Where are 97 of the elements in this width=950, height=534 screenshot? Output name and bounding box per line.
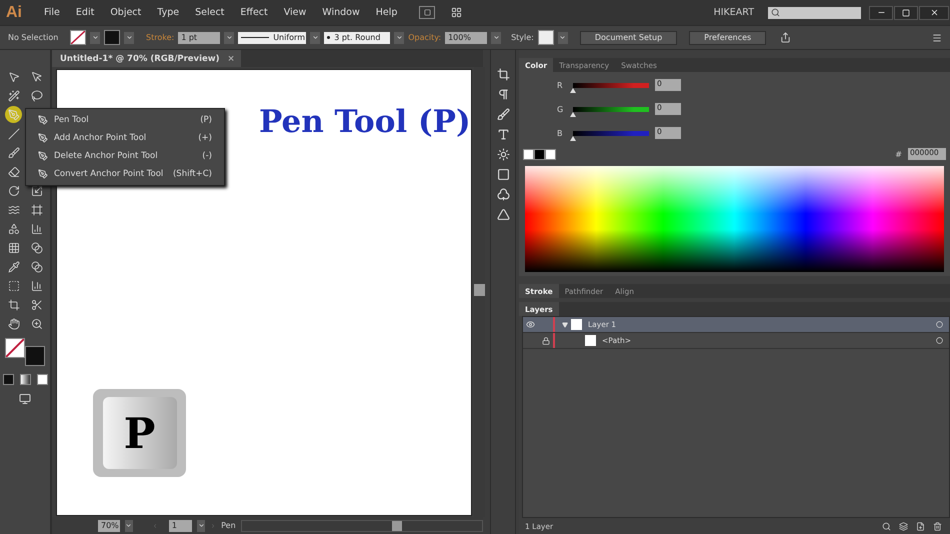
default-fill-swatch[interactable] <box>534 148 545 160</box>
eye-icon[interactable] <box>526 320 535 329</box>
menu-item[interactable]: Object <box>102 7 150 18</box>
slider-thumb[interactable] <box>570 112 576 116</box>
layer-thumbnail <box>585 335 596 346</box>
maximize-icon <box>902 8 910 16</box>
search-icon <box>771 8 780 17</box>
gradient-mode-icon[interactable] <box>20 374 30 385</box>
default-stroke-swatch[interactable] <box>545 148 556 160</box>
document-tab[interactable]: Untitled-1* @ 70% (RGB/Preview) × <box>52 50 241 67</box>
brush-field[interactable]: 3 pt. Round <box>324 32 390 44</box>
current-tool-label: Pen <box>221 521 236 530</box>
crop-icon[interactable] <box>496 68 510 81</box>
stroke-swatch[interactable] <box>25 346 45 366</box>
slider-thumb[interactable] <box>570 136 576 140</box>
pen-icon <box>38 115 48 125</box>
channel-label: G <box>557 104 564 114</box>
artboard-field[interactable]: 1 <box>168 520 192 532</box>
style-label: Style: <box>511 33 534 42</box>
menu-item[interactable]: View <box>276 7 314 18</box>
paragraph-icon[interactable] <box>496 88 510 101</box>
layers-icon[interactable] <box>899 522 908 530</box>
menu-item[interactable]: Type <box>149 7 188 18</box>
menu-item[interactable]: File <box>36 7 68 18</box>
dropdown-caret[interactable] <box>90 32 100 44</box>
style-swatch[interactable] <box>538 30 554 45</box>
toolbar-button[interactable]: Document Setup <box>580 30 678 44</box>
arrange-icon[interactable] <box>449 7 464 18</box>
sun-icon[interactable] <box>496 148 510 161</box>
lock-icon[interactable] <box>542 336 550 344</box>
close-tab-icon[interactable]: × <box>228 54 235 64</box>
toolbar-button[interactable]: Preferences <box>689 30 766 44</box>
dropdown-caret[interactable] <box>124 32 134 44</box>
fill-swatch[interactable] <box>5 338 25 358</box>
layer-thumbnail <box>571 319 582 330</box>
expand-icon[interactable] <box>562 322 568 328</box>
color-spectrum[interactable] <box>525 166 944 272</box>
pen-icon[interactable] <box>5 106 22 123</box>
menu-item[interactable]: Effect <box>232 7 276 18</box>
dropdown-caret[interactable] <box>125 520 133 532</box>
type-icon[interactable] <box>496 128 510 141</box>
pen-icon <box>38 133 48 143</box>
trash-icon[interactable] <box>933 522 942 530</box>
maximize-button[interactable] <box>894 6 918 20</box>
none-swatch[interactable] <box>523 148 534 160</box>
flyout-item[interactable]: Convert Anchor Point Tool (Shift+C) <box>26 165 224 183</box>
panel-menu-icon[interactable] <box>932 32 942 42</box>
menu-item[interactable]: Help <box>368 7 406 18</box>
target-icon[interactable] <box>936 337 942 344</box>
app-logo: Ai <box>6 4 22 22</box>
none-mode-icon[interactable] <box>36 374 48 385</box>
dropdown-caret[interactable] <box>197 520 206 532</box>
new-layer-icon[interactable] <box>916 522 925 530</box>
profile-field[interactable]: Uniform <box>238 32 306 44</box>
dropdown-caret[interactable] <box>558 32 568 44</box>
menu-item[interactable]: Edit <box>68 7 102 18</box>
brush-dot-icon <box>327 36 330 39</box>
transform-icon[interactable] <box>780 32 792 43</box>
horizontal-scrollbar[interactable] <box>240 520 483 532</box>
canvas-heading: Pen Tool (P) <box>259 104 471 140</box>
opacity-field[interactable]: 100% <box>445 32 488 44</box>
dropdown-caret[interactable] <box>394 32 404 44</box>
stroke-weight-field[interactable]: 1 pt <box>178 32 220 44</box>
keycap-drawing: P <box>93 389 186 477</box>
stroke-label: Stroke: <box>146 33 174 42</box>
channel-label: R <box>557 80 564 90</box>
fill-swatch[interactable] <box>70 30 86 45</box>
search-icon[interactable] <box>882 522 891 530</box>
flyout-item[interactable]: Delete Anchor Point Tool (-) <box>26 147 224 165</box>
close-button[interactable] <box>919 6 949 20</box>
slider-thumb[interactable] <box>570 88 576 92</box>
hex-label: # <box>895 150 902 158</box>
club-icon[interactable] <box>496 188 510 201</box>
wedge-icon[interactable] <box>496 208 510 221</box>
selection-label: No Selection <box>8 33 60 42</box>
dropdown-caret[interactable] <box>310 32 320 44</box>
dropdown-caret[interactable] <box>491 32 502 44</box>
screen-mode-icon[interactable] <box>19 393 31 405</box>
pen-icon <box>38 151 48 161</box>
search-field[interactable] <box>768 6 861 18</box>
close-icon <box>930 8 938 17</box>
previous-icon <box>152 522 158 530</box>
target-icon[interactable] <box>936 321 942 328</box>
opacity-label: Opacity: <box>408 33 442 42</box>
next-icon <box>210 522 216 530</box>
menu-item[interactable]: Window <box>314 7 368 18</box>
workspace-switcher[interactable]: HIKEART <box>714 7 754 18</box>
dropdown-caret[interactable] <box>224 32 234 44</box>
pen-icon <box>38 169 48 179</box>
menu-item[interactable]: Select <box>187 7 232 18</box>
color-mode-icon[interactable] <box>2 374 14 385</box>
brush-icon[interactable] <box>496 108 510 121</box>
channel-label: B <box>557 128 564 138</box>
zoom-field[interactable]: 70% <box>98 520 120 532</box>
flyout-item[interactable]: Pen Tool (P) <box>26 111 224 129</box>
flyout-item[interactable]: Add Anchor Point Tool (+) <box>26 129 224 147</box>
stroke-swatch[interactable] <box>104 30 120 45</box>
